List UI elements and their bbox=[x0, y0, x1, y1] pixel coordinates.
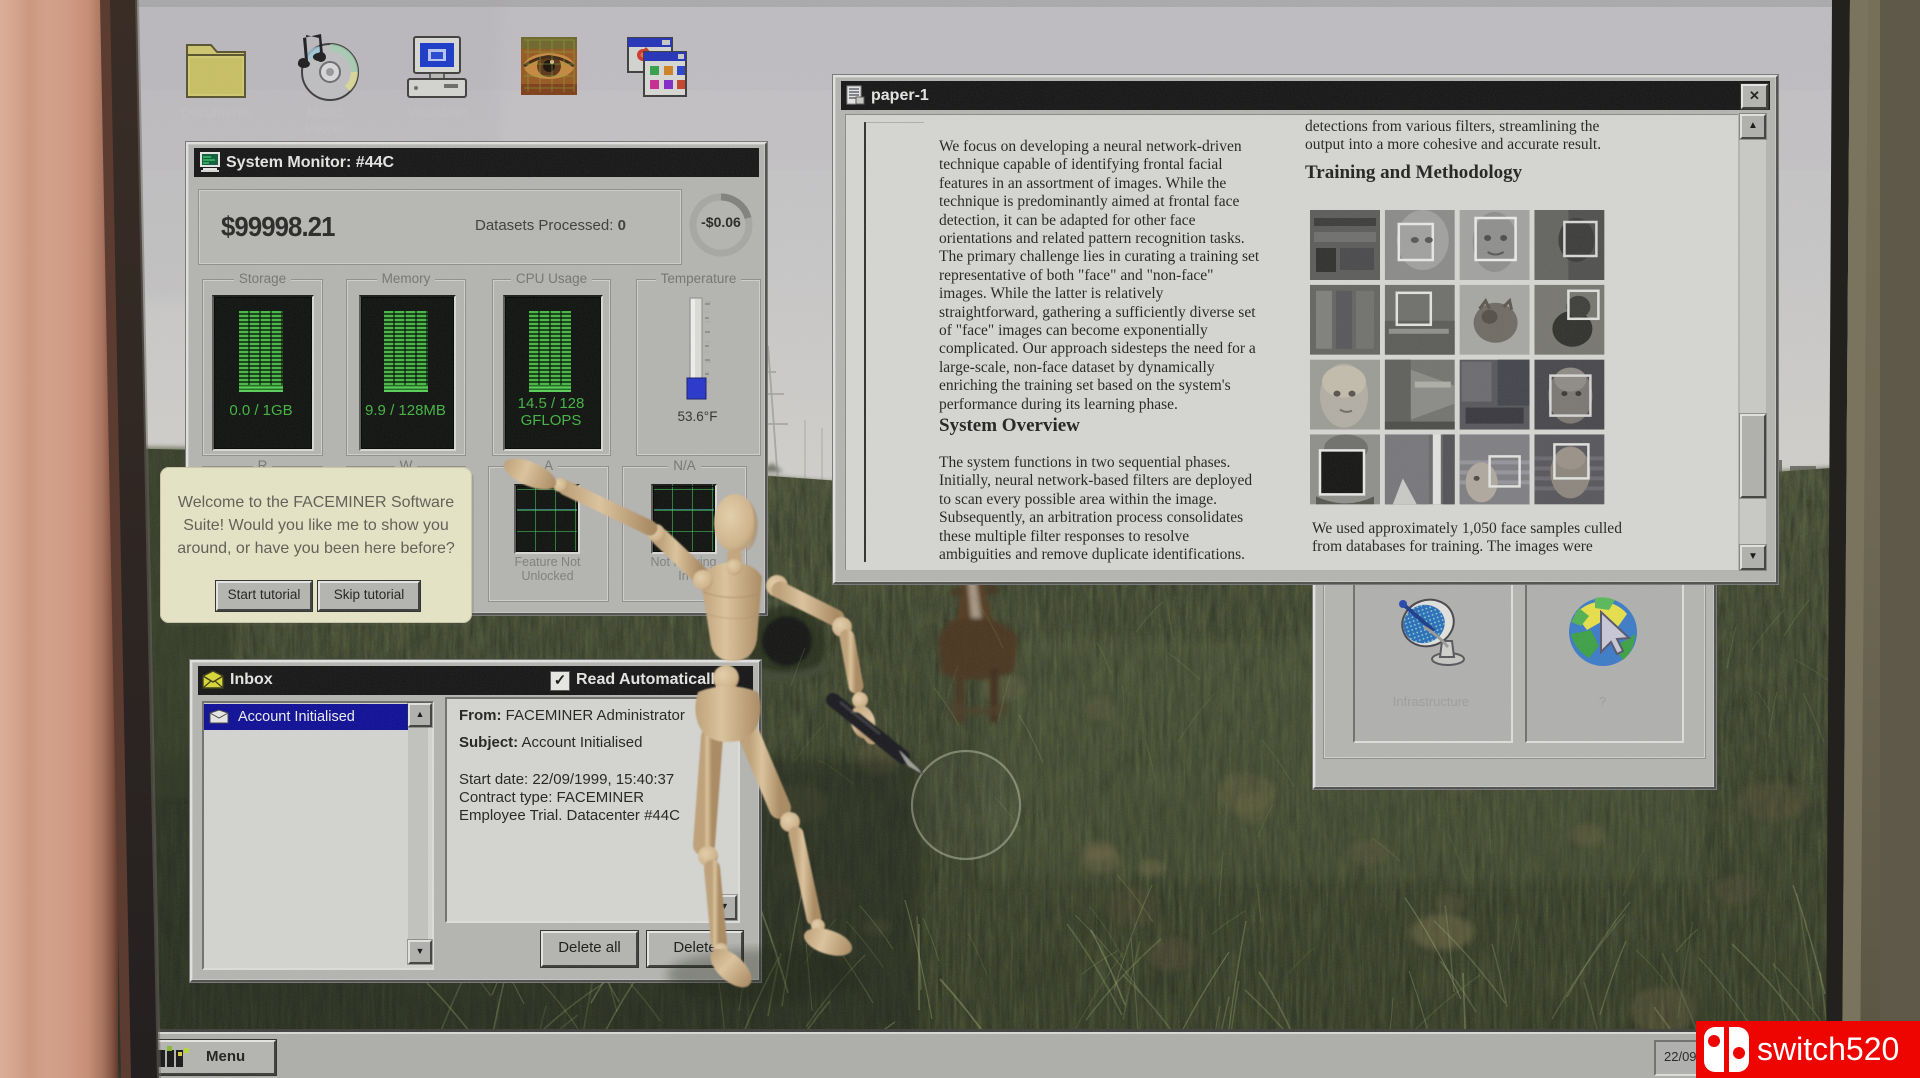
svg-text:Software: Software bbox=[521, 120, 576, 136]
svg-text:Window: Window bbox=[628, 120, 679, 136]
svg-text:Panel: Panel bbox=[635, 104, 671, 120]
svg-text:Visualiser: Visualiser bbox=[407, 104, 468, 120]
svg-text:Documents: Documents bbox=[181, 104, 252, 120]
svg-text:Music: Music bbox=[307, 104, 344, 120]
svg-text:Faceminer: Faceminer bbox=[516, 104, 582, 120]
svg-text:Player: Player bbox=[305, 120, 345, 136]
